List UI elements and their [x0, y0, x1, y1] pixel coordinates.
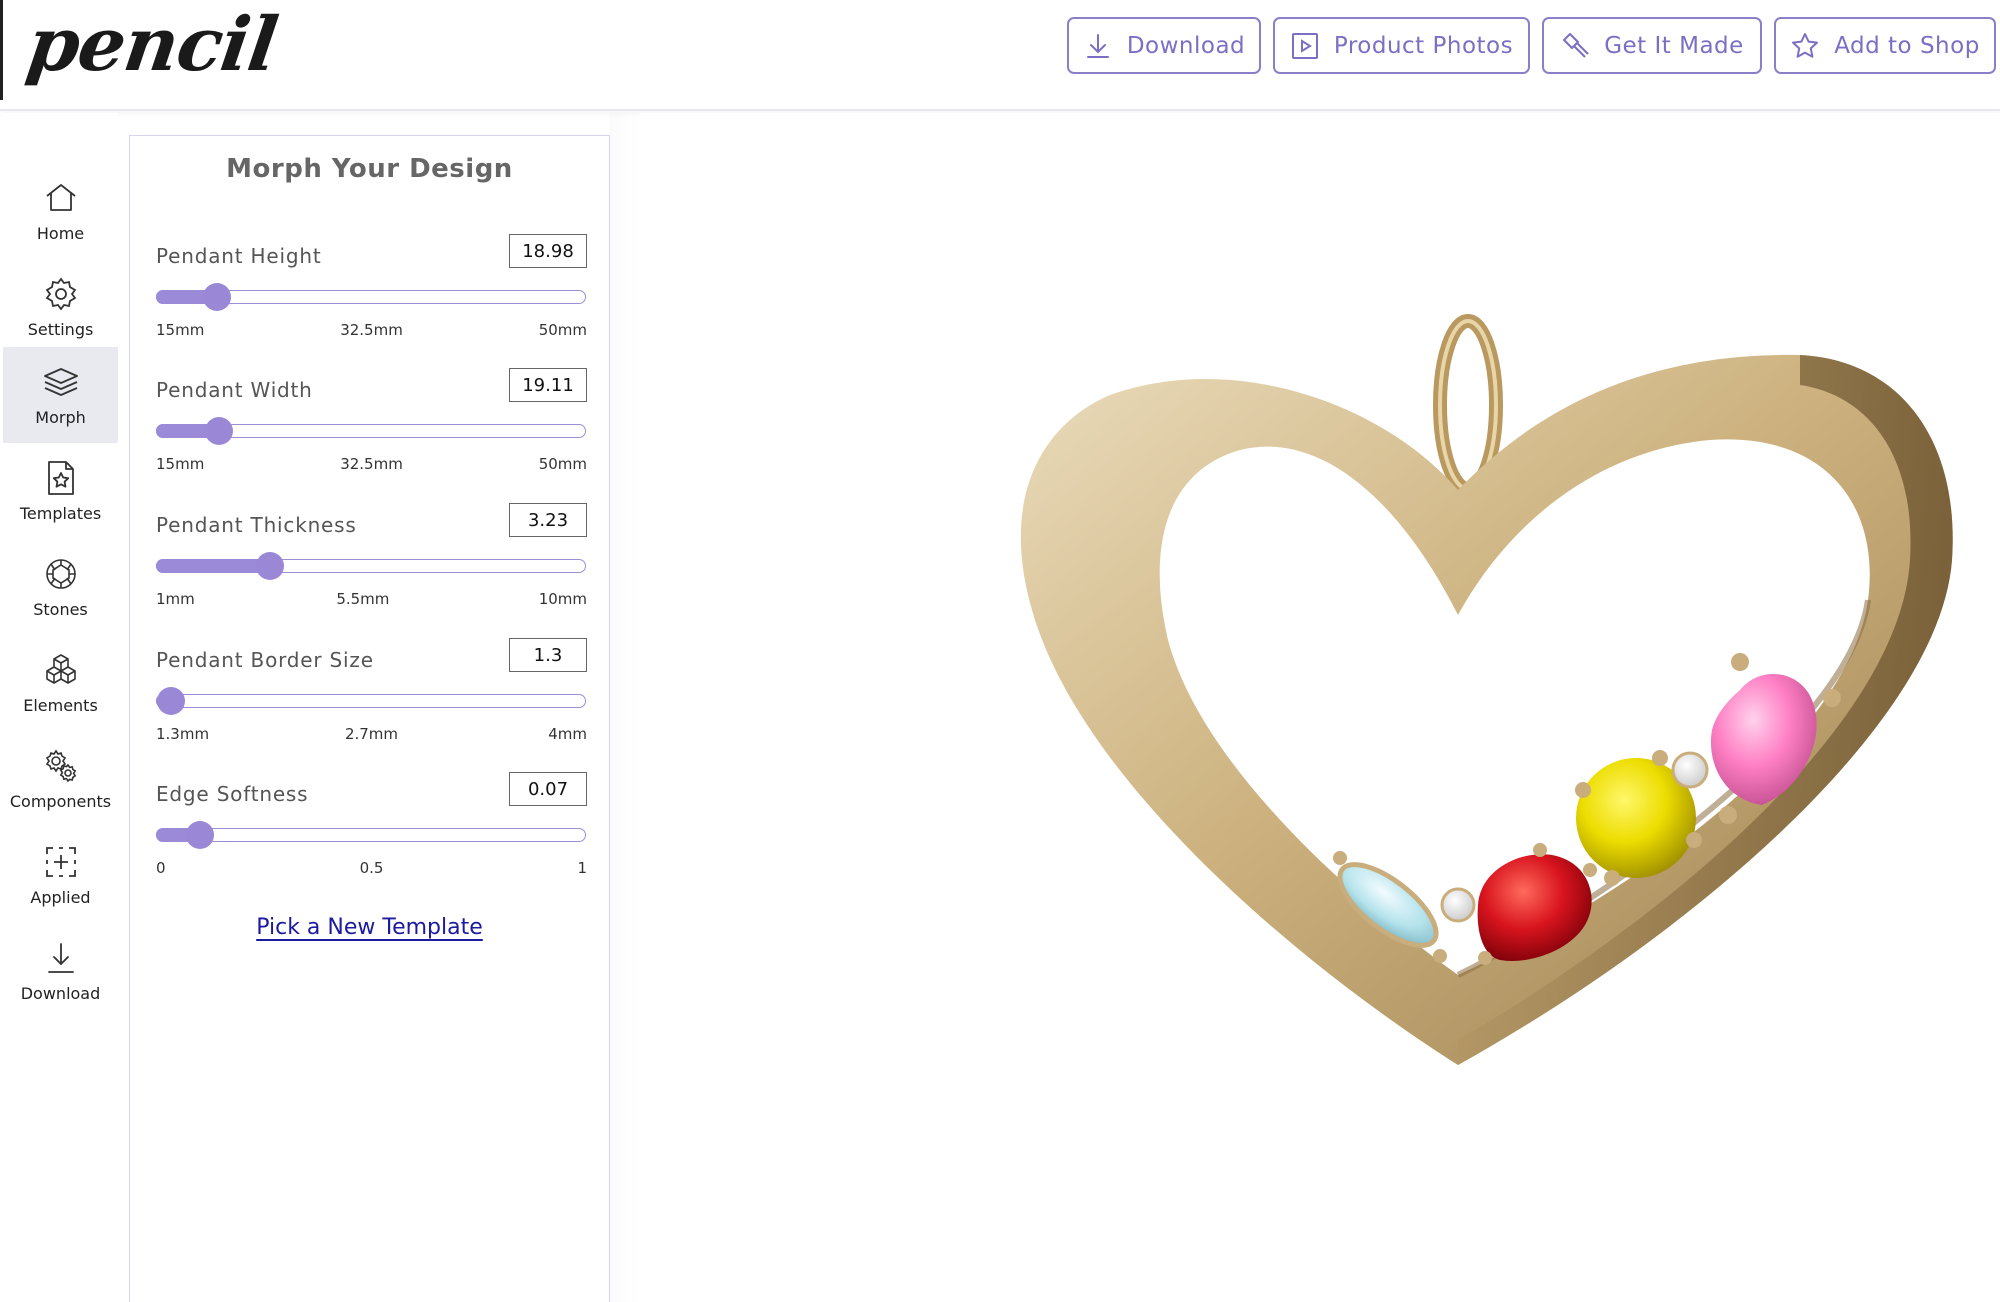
pendant-width-input[interactable]: [509, 368, 587, 402]
control-label: Pendant Border Size: [156, 648, 374, 672]
slider-thumb[interactable]: [185, 821, 214, 849]
control-label: Pendant Height: [156, 244, 322, 268]
control-pendant-width: Pendant Width 15mm 32.5mm 50mm: [155, 368, 587, 488]
slider-mid-label: 32.5mm: [340, 455, 403, 473]
download-icon: [47, 942, 74, 973]
sidebar-item-label: Stones: [33, 599, 88, 619]
pendant-width-slider[interactable]: [155, 417, 586, 445]
sidebar-item-label: Morph: [35, 407, 86, 427]
sidebar-item-stones[interactable]: Stones: [3, 539, 118, 635]
app-logo[interactable]: pencil: [22, 2, 282, 88]
pendant-height-input[interactable]: [509, 234, 587, 268]
sidebar-item-label: Components: [9, 791, 112, 811]
sidebar-item-label: Elements: [23, 695, 98, 715]
star-icon: [1792, 32, 1819, 58]
sidebar-item-download[interactable]: Download: [3, 923, 118, 1019]
sidebar-item-label: Templates: [19, 503, 102, 523]
control-label: Pendant Thickness: [156, 513, 357, 537]
prong: [1333, 851, 1347, 865]
layers-icon: [43, 367, 78, 396]
slider-mid-label: 0.5: [359, 859, 384, 877]
add-frame-icon: [45, 846, 76, 877]
pendant-border-size-input[interactable]: [509, 638, 587, 672]
get-it-made-button[interactable]: Get It Made: [1542, 17, 1762, 74]
window-edge: [0, 0, 3, 100]
play-icon: [1291, 32, 1318, 59]
sidebar-item-label: Download: [20, 983, 101, 1003]
slider-thumb[interactable]: [256, 552, 285, 580]
slider-max-label: 4mm: [548, 725, 587, 743]
product-photos-button-label: Product Photos: [1333, 32, 1514, 59]
control-pendant-border-size: Pendant Border Size 1.3mm 2.7mm 4mm: [155, 638, 587, 758]
top-bar: pencil Download Product Photos Get It Ma…: [0, 0, 2000, 111]
control-pendant-height: Pendant Height 15mm 32.5mm 50mm: [155, 234, 587, 354]
gem-icon: [45, 558, 76, 589]
slider-min-label: 0: [156, 859, 166, 877]
sidebar-item-components[interactable]: Components: [3, 731, 118, 827]
sidebar-item-elements[interactable]: Elements: [3, 635, 118, 731]
panel-shadow: [610, 113, 640, 1302]
home-icon: [45, 183, 76, 211]
sidebar-item-applied[interactable]: Applied: [3, 827, 118, 923]
control-label: Edge Softness: [156, 782, 309, 806]
pendant-height-slider[interactable]: [155, 283, 586, 311]
slider-thumb[interactable]: [205, 417, 234, 445]
slider-max-label: 1: [577, 859, 587, 877]
add-to-shop-button[interactable]: Add to Shop: [1774, 17, 1996, 74]
cubes-icon: [45, 653, 76, 684]
pendant-preview: [1020, 314, 1953, 1065]
sidebar-nav: Home Settings Morph Templates Stones Ele…: [3, 113, 118, 1302]
slider-min-label: 15mm: [156, 455, 205, 473]
gear-icon: [45, 277, 76, 310]
template-icon: [47, 460, 74, 495]
slider-mid-label: 2.7mm: [344, 725, 399, 743]
stone-diamond-2: [1671, 751, 1709, 789]
get-it-made-button-label: Get It Made: [1604, 32, 1744, 59]
slider-min-label: 15mm: [156, 321, 205, 339]
slider-thumb[interactable]: [202, 283, 231, 311]
download-icon: [1086, 33, 1109, 58]
slider-thumb[interactable]: [157, 687, 185, 715]
morph-panel: Morph Your Design Pendant Height 15mm 32…: [129, 135, 610, 1302]
sidebar-item-templates[interactable]: Templates: [3, 443, 118, 539]
prong: [1433, 949, 1447, 963]
slider-mid-label: 5.5mm: [336, 590, 390, 608]
sidebar-item-label: Applied: [30, 887, 91, 907]
product-photos-button[interactable]: Product Photos: [1273, 17, 1530, 74]
hammer-icon: [1563, 32, 1589, 58]
panel-title: Morph Your Design: [226, 154, 513, 184]
gears-icon: [45, 749, 76, 782]
edge-softness-slider[interactable]: [155, 821, 586, 849]
control-pendant-thickness: Pendant Thickness 1mm 5.5mm 10mm: [155, 503, 587, 623]
add-to-shop-button-label: Add to Shop: [1834, 32, 1980, 59]
sidebar-item-label: Home: [36, 223, 85, 243]
pendant-thickness-input[interactable]: [509, 503, 587, 537]
sidebar-item-home[interactable]: Home: [3, 163, 118, 259]
pendant-border-size-slider[interactable]: [155, 687, 586, 715]
sidebar-item-morph[interactable]: Morph: [3, 347, 118, 443]
sidebar-item-settings[interactable]: Settings: [3, 259, 118, 355]
stone-diamond: [1440, 887, 1476, 923]
pendant-thickness-slider[interactable]: [155, 552, 586, 580]
slider-min-label: 1mm: [156, 590, 195, 608]
sidebar-item-label: Settings: [27, 319, 94, 339]
preview-canvas[interactable]: [640, 113, 2000, 1302]
slider-min-label: 1.3mm: [156, 725, 210, 743]
download-button[interactable]: Download: [1067, 17, 1261, 74]
slider-max-label: 10mm: [538, 590, 587, 608]
control-label: Pendant Width: [156, 378, 313, 402]
slider-mid-label: 32.5mm: [340, 321, 403, 339]
control-edge-softness: Edge Softness 0 0.5 1: [155, 772, 587, 892]
pick-template-link-wrap: Pick a New Template: [130, 915, 609, 940]
slider-max-label: 50mm: [538, 455, 587, 473]
slider-max-label: 50mm: [538, 321, 587, 339]
heart-pendant: [1020, 314, 1953, 1065]
pick-new-template-link[interactable]: Pick a New Template: [256, 915, 483, 940]
edge-softness-input[interactable]: [509, 772, 587, 806]
slider-fill: [155, 558, 269, 573]
download-button-label: Download: [1126, 32, 1246, 59]
